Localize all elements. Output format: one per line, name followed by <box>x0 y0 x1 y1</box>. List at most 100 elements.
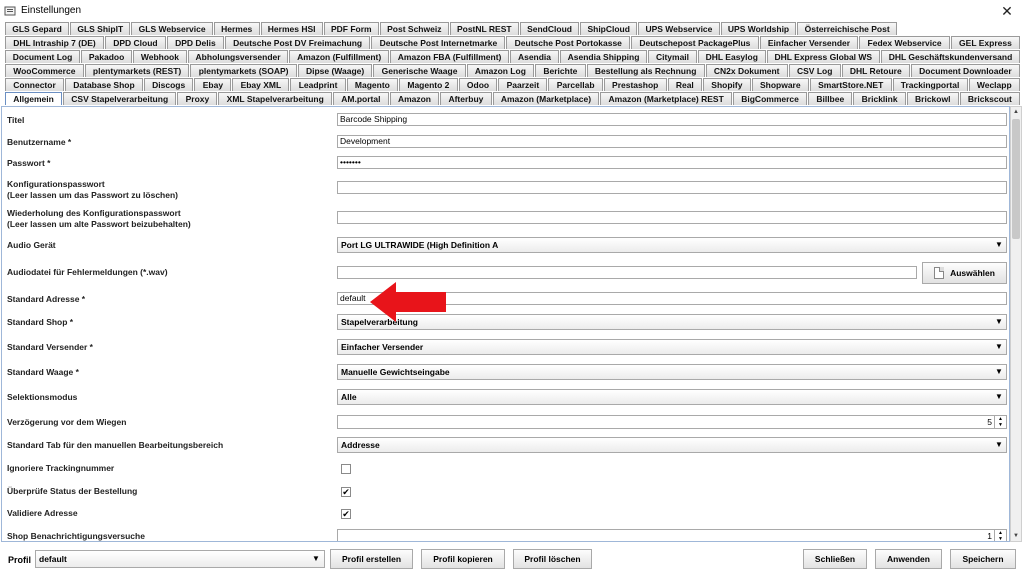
tab-amazon-fulfillment[interactable]: Amazon (Fulfillment) <box>289 50 390 63</box>
tab-discogs[interactable]: Discogs <box>143 78 194 91</box>
selektionsmodus-select[interactable]: Alle ▼ <box>337 389 1007 405</box>
speichern-button[interactable]: Speichern <box>950 549 1016 569</box>
tab-smartstore-net[interactable]: SmartStore.NET <box>809 78 892 91</box>
tab-dhl-intraship-7-de[interactable]: DHL Intraship 7 (DE) <box>5 36 104 49</box>
tab-pdf-form[interactable]: PDF Form <box>323 22 379 35</box>
tab-csv-log[interactable]: CSV Log <box>788 64 841 77</box>
verzoegerung-spinner[interactable]: 5 ▲ ▼ <box>337 415 1007 429</box>
tab-leadprint[interactable]: Leadprint <box>290 78 346 91</box>
tab-amazon-log[interactable]: Amazon Log <box>466 64 535 77</box>
tab-magento[interactable]: Magento <box>346 78 399 91</box>
tab-dhl-geschäftskundenversand[interactable]: DHL Geschäftskundenversand <box>880 50 1021 63</box>
tab-generische-waage[interactable]: Generische Waage <box>373 64 466 77</box>
tab-dhl-express-global-ws[interactable]: DHL Express Global WS <box>766 50 880 63</box>
tab-pakadoo[interactable]: Pakadoo <box>81 50 133 63</box>
konfig-wiederholung-field[interactable] <box>337 211 1007 224</box>
tab-gls-webservice[interactable]: GLS Webservice <box>131 22 213 35</box>
tab-brickscout[interactable]: Brickscout <box>959 92 1021 105</box>
tab-xml-stapelverarbeitung[interactable]: XML Stapelverarbeitung <box>218 92 333 105</box>
tab-proxy[interactable]: Proxy <box>177 92 218 105</box>
tab-deutschepost-packageplus[interactable]: Deutschepost PackagePlus <box>631 36 759 49</box>
tab-weclapp[interactable]: Weclapp <box>968 78 1020 91</box>
tab-billbee[interactable]: Billbee <box>808 92 853 105</box>
tab-ups-webservice[interactable]: UPS Webservice <box>638 22 720 35</box>
tab-deutsche-post-dv-freimachung[interactable]: Deutsche Post DV Freimachung <box>224 36 371 49</box>
ignoriere-tracking-checkbox[interactable] <box>341 464 351 474</box>
tab-magento-2[interactable]: Magento 2 <box>399 78 458 91</box>
tab-amazon-marketplace[interactable]: Amazon (Marketplace) <box>492 92 600 105</box>
tab-plentymarkets-soap[interactable]: plentymarkets (SOAP) <box>190 64 297 77</box>
spinner-arrows-icon[interactable]: ▲ ▼ <box>994 530 1006 541</box>
tab-am-portal[interactable]: AM.portal <box>333 92 389 105</box>
auswaehlen-button[interactable]: Auswählen <box>922 262 1007 284</box>
tab-fedex-webservice[interactable]: Fedex Webservice <box>859 36 950 49</box>
standard-waage-select[interactable]: Manuelle Gewichtseingabe ▼ <box>337 364 1007 380</box>
pruefe-status-checkbox[interactable]: ✔ <box>341 487 351 497</box>
spinner-arrows-icon[interactable]: ▲ ▼ <box>994 416 1006 428</box>
tab-gel-express[interactable]: GEL Express <box>950 36 1021 49</box>
tab-asendia[interactable]: Asendia <box>510 50 559 63</box>
vertical-scrollbar[interactable]: ▲ ▼ <box>1010 106 1022 542</box>
audio-geraet-select[interactable]: Port LG ULTRAWIDE (High Definition A ▼ <box>337 237 1007 253</box>
standard-tab-select[interactable]: Addresse ▼ <box>337 437 1007 453</box>
tab-paarzeit[interactable]: Paarzeit <box>498 78 548 91</box>
tab-amazon-marketplace-rest[interactable]: Amazon (Marketplace) REST <box>600 92 733 105</box>
close-icon[interactable]: ✕ <box>990 0 1024 22</box>
tab-citymail[interactable]: Citymail <box>648 50 697 63</box>
scrollbar-thumb[interactable] <box>1012 119 1020 239</box>
titel-field[interactable]: Barcode Shipping <box>337 113 1007 126</box>
validiere-adresse-checkbox[interactable]: ✔ <box>341 509 351 519</box>
tab-deutsche-post-internetmarke[interactable]: Deutsche Post Internetmarke <box>371 36 506 49</box>
tab-ebay[interactable]: Ebay <box>194 78 232 91</box>
profil-kopieren-button[interactable]: Profil kopieren <box>421 549 505 569</box>
scroll-up-icon[interactable]: ▲ <box>1011 107 1021 117</box>
tab-post-schweiz[interactable]: Post Schweiz <box>379 22 449 35</box>
tab-asendia-shipping[interactable]: Asendia Shipping <box>559 50 648 63</box>
audiodatei-field[interactable] <box>337 266 917 279</box>
tab-webhook[interactable]: Webhook <box>133 50 187 63</box>
tab-brickowl[interactable]: Brickowl <box>906 92 959 105</box>
tab-cn2x-dokument[interactable]: CN2x Dokument <box>705 64 788 77</box>
standard-versender-select[interactable]: Einfacher Versender ▼ <box>337 339 1007 355</box>
passwort-field[interactable]: ••••••• <box>337 156 1007 169</box>
profil-select[interactable]: default ▼ <box>35 550 325 568</box>
profil-erstellen-button[interactable]: Profil erstellen <box>330 549 413 569</box>
tab-csv-stapelverarbeitung[interactable]: CSV Stapelverarbeitung <box>63 92 177 105</box>
tab-real[interactable]: Real <box>667 78 703 91</box>
tab-dpd-cloud[interactable]: DPD Cloud <box>104 36 166 49</box>
tab-hermes-hsi[interactable]: Hermes HSI <box>260 22 323 35</box>
tab-sendcloud[interactable]: SendCloud <box>519 22 580 35</box>
tab-einfacher-versender[interactable]: Einfacher Versender <box>759 36 859 49</box>
tab-deutsche-post-portokasse[interactable]: Deutsche Post Portokasse <box>506 36 631 49</box>
tab-shipcloud[interactable]: ShipCloud <box>580 22 638 35</box>
tab-dhl-easylog[interactable]: DHL Easylog <box>697 50 766 63</box>
tab-bigcommerce[interactable]: BigCommerce <box>733 92 808 105</box>
tab-berichte[interactable]: Berichte <box>535 64 586 77</box>
konfig-passwort-field[interactable] <box>337 181 1007 194</box>
tab-gls-shipit[interactable]: GLS ShipIT <box>70 22 131 35</box>
tab-allgemein[interactable]: Allgemein <box>5 92 63 105</box>
profil-loeschen-button[interactable]: Profil löschen <box>513 549 592 569</box>
tab-dipse-waage[interactable]: Dipse (Waage) <box>297 64 373 77</box>
tab-amazon-fba-fulfillment[interactable]: Amazon FBA (Fulfillment) <box>390 50 510 63</box>
tab-dhl-retoure[interactable]: DHL Retoure <box>841 64 910 77</box>
tab-bestellung-als-rechnung[interactable]: Bestellung als Rechnung <box>586 64 705 77</box>
tab-afterbuy[interactable]: Afterbuy <box>440 92 492 105</box>
tab-document-downloader[interactable]: Document Downloader <box>910 64 1020 77</box>
tab-postnl-rest[interactable]: PostNL REST <box>449 22 519 35</box>
shop-benachrichtigung-spinner[interactable]: 1 ▲ ▼ <box>337 529 1007 541</box>
scroll-down-icon[interactable]: ▼ <box>1011 531 1021 541</box>
tab-prestashop[interactable]: Prestashop <box>603 78 667 91</box>
tab-shopify[interactable]: Shopify <box>703 78 751 91</box>
tab-parcellab[interactable]: Parcellab <box>548 78 603 91</box>
tab-amazon[interactable]: Amazon <box>389 92 440 105</box>
tab-document-log[interactable]: Document Log <box>5 50 81 63</box>
tab-woocommerce[interactable]: WooCommerce <box>5 64 84 77</box>
tab-dpd-delis[interactable]: DPD Delis <box>166 36 224 49</box>
tab-abholungsversender[interactable]: Abholungsversender <box>187 50 289 63</box>
tab-österreichische-post[interactable]: Österreichische Post <box>797 22 897 35</box>
tab-database-shop[interactable]: Database Shop <box>65 78 143 91</box>
tab-gls-gepard[interactable]: GLS Gepard <box>5 22 70 35</box>
tab-odoo[interactable]: Odoo <box>458 78 498 91</box>
tab-ups-worldship[interactable]: UPS Worldship <box>720 22 797 35</box>
